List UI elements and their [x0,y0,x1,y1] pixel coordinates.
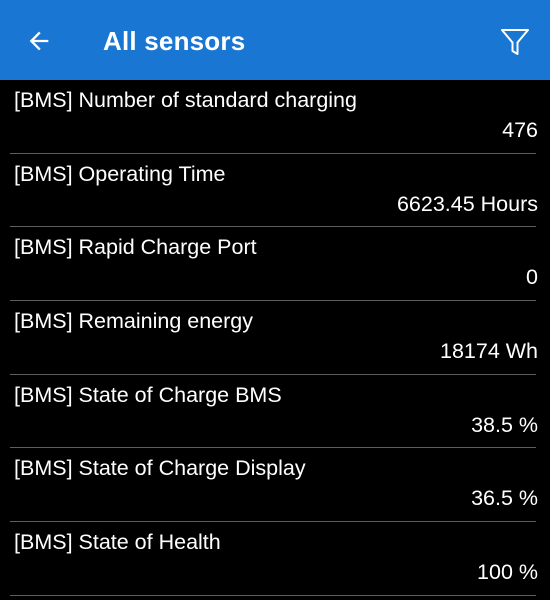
sensor-label: [BMS] Operating Time [14,161,226,186]
arrow-left-icon [29,31,49,51]
back-button[interactable] [24,26,54,56]
sensor-label: [BMS] Number of standard charging [14,88,357,112]
filter-icon [501,29,529,55]
sensor-row-remaining-energy[interactable]: [BMS] Remaining energy 18174 Wh [10,301,538,375]
app-bar: All sensors [0,0,550,80]
sensor-value: 476 [502,118,538,142]
sensor-label: [BMS] State of Charge Display [14,456,306,481]
page-title: All sensors [103,26,246,56]
sensor-value: 38.5 % [471,412,538,437]
sensor-value: 6623.45 Hours [396,191,538,216]
sensor-row-soc-bms[interactable]: [BMS] State of Charge BMS 38.5 % [10,375,538,449]
sensor-value: 36.5 % [471,486,538,511]
sensor-label: [BMS] State of Health [14,530,221,555]
sensor-label: [BMS] State of Charge BMS [14,382,282,407]
filter-button[interactable] [498,25,532,59]
sensor-list: [BMS] Number of standard charging 476 [B… [0,80,550,600]
sensor-row-state-of-health[interactable]: [BMS] State of Health 100 % [10,522,538,596]
sensor-value: 100 % [477,560,538,585]
sensor-row-soc-display[interactable]: [BMS] State of Charge Display 36.5 % [10,448,538,523]
sensor-row-operating-time[interactable]: [BMS] Operating Time 6623.45 Hours [10,154,538,228]
sensor-value: 0 [526,265,538,290]
sensor-row-standard-charging[interactable]: [BMS] Number of standard charging 476 [10,80,538,154]
sensor-value: 18174 Wh [439,339,538,364]
sensor-label: [BMS] Remaining energy [14,309,253,334]
sensor-label: [BMS] Rapid Charge Port [14,235,257,260]
sensor-row-rapid-charge-port[interactable]: [BMS] Rapid Charge Port 0 [10,227,538,302]
